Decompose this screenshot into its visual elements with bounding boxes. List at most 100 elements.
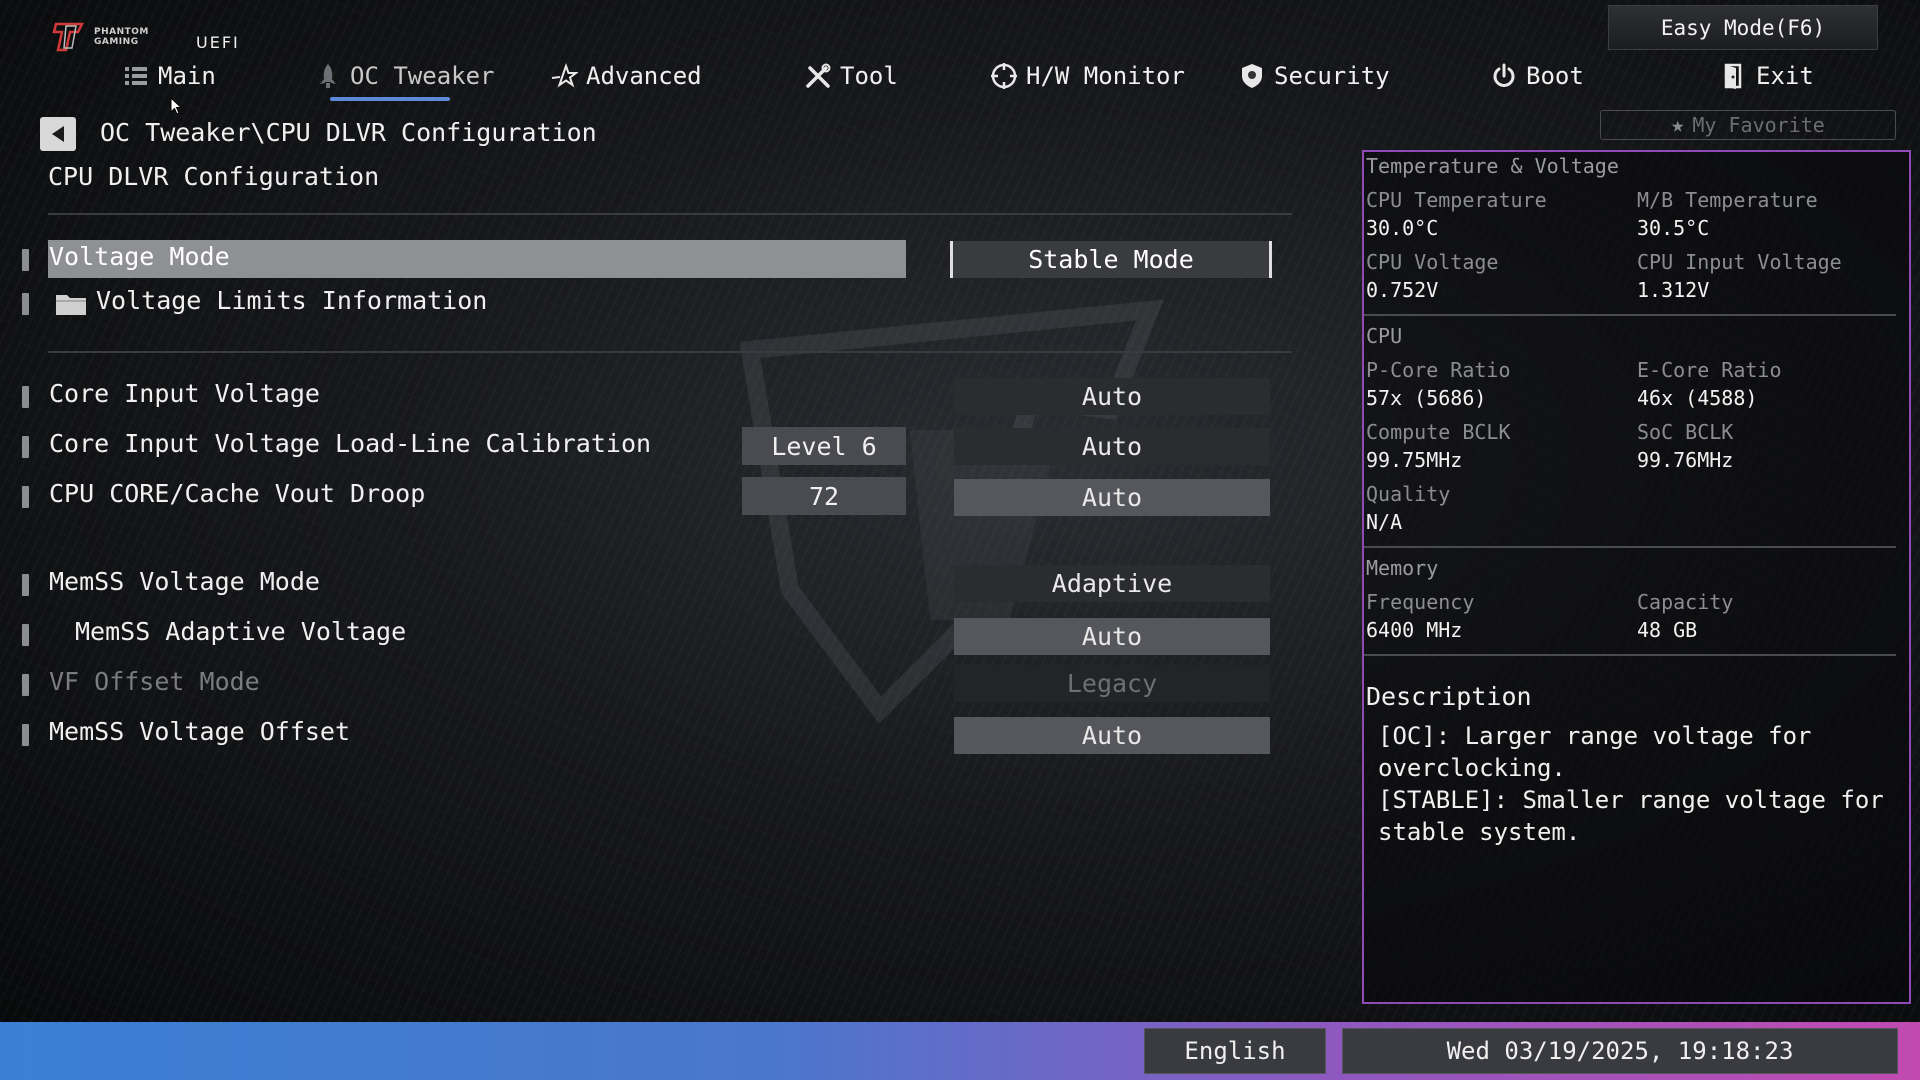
divider-top [48,213,1292,215]
setting-label: MemSS Voltage Offset [49,717,351,746]
memss-voltage-offset-value[interactable]: Auto [954,717,1270,754]
panel-separator [1364,654,1896,656]
quality-value: N/A [1366,510,1403,534]
panel-separator [1364,314,1896,316]
setting-core-input-voltage[interactable]: Core Input Voltage Auto [0,377,1300,417]
setting-core-input-voltage-llc[interactable]: Core Input Voltage Load-Line Calibration… [0,427,1300,467]
mouse-cursor-icon [170,97,182,115]
phantom-gaming-logo-icon [52,22,85,52]
setting-vf-offset-mode: VF Offset Mode Legacy [0,665,1300,705]
back-arrow-icon [52,126,64,142]
cpu-header: CPU [1366,324,1403,348]
datetime-display[interactable]: Wed 03/19/2025, 19:18:23 [1342,1028,1898,1074]
core-input-voltage-llc-value[interactable]: Auto [954,428,1270,465]
setting-label: VF Offset Mode [49,667,260,696]
compute-bclk-label: Compute BCLK [1366,420,1511,444]
quality-label: Quality [1366,482,1451,506]
brand-line1: PHANTOM [94,27,149,37]
setting-memss-voltage-mode[interactable]: MemSS Voltage Mode Adaptive [0,565,1300,605]
brand-name: PHANTOM GAMING [94,27,174,47]
row-marker [22,249,29,271]
language-button[interactable]: English [1144,1028,1326,1074]
setting-label: Voltage Limits Information [96,286,488,315]
tab-advanced-label: Advanced [586,62,702,90]
vf-offset-mode-value: Legacy [954,665,1270,702]
ecore-ratio-value: 46x (4588) [1637,386,1758,410]
crosshair-icon [991,63,1017,89]
active-tab-indicator [330,97,450,101]
back-button[interactable] [40,117,76,151]
tools-icon [806,63,831,88]
current-value-badge: 72 [742,477,906,515]
tab-boot[interactable]: Boot [1490,56,1584,96]
tab-hw-monitor-label: H/W Monitor [1026,62,1185,90]
row-marker [22,436,29,458]
easy-mode-button[interactable]: Easy Mode(F6) [1608,5,1878,50]
tab-tool[interactable]: Tool [804,56,898,96]
soc-bclk-value: 99.76MHz [1637,448,1734,472]
tab-main-label: Main [158,62,216,90]
tab-hw-monitor[interactable]: H/W Monitor [990,56,1185,96]
tab-oc-tweaker-label: OC Tweaker [350,62,495,90]
memory-capacity-value: 48 GB [1637,618,1698,642]
mb-temp-value: 30.5°C [1637,216,1710,240]
divider-middle [48,351,1292,353]
soc-bclk-label: SoC BCLK [1637,420,1734,444]
breadcrumb: OC Tweaker\CPU DLVR Configuration [100,118,597,147]
compute-bclk-value: 99.75MHz [1366,448,1463,472]
memss-voltage-mode-value[interactable]: Adaptive [954,565,1270,602]
memss-adaptive-voltage-value[interactable]: Auto [954,618,1270,655]
current-value-badge: Level 6 [742,427,906,465]
memory-frequency-value: 6400 MHz [1366,618,1463,642]
pcore-ratio-label: P-Core Ratio [1366,358,1511,382]
tab-security-label: Security [1274,62,1390,90]
memory-capacity-label: Capacity [1637,590,1734,614]
tab-advanced[interactable]: Advanced [550,56,702,96]
core-input-voltage-value[interactable]: Auto [954,378,1270,415]
cpu-voltage-label: CPU Voltage [1366,250,1499,274]
tab-exit-label: Exit [1756,62,1814,90]
setting-label: CPU CORE/Cache Vout Droop [49,479,426,508]
row-marker [22,624,29,646]
voltage-mode-value[interactable]: Stable Mode [950,241,1272,278]
star-swoosh-icon [551,62,578,88]
list-icon [125,67,147,85]
tab-exit[interactable]: Exit [1720,56,1814,96]
setting-voltage-mode[interactable]: Voltage Mode Stable Mode [0,240,1300,280]
memory-frequency-label: Frequency [1366,590,1475,614]
rocket-icon [320,64,336,88]
tab-main[interactable]: Main [122,56,216,96]
uefi-label: UEFI [196,32,240,52]
cpu-voltage-value: 0.752V [1366,278,1439,302]
row-marker [22,386,29,408]
my-favorite-label: My Favorite [1692,113,1825,137]
my-favorite-button[interactable]: ★ My Favorite [1600,110,1896,140]
panel-separator [1364,546,1896,548]
tab-security[interactable]: Security [1238,56,1390,96]
row-marker [22,574,29,596]
setting-cpu-core-cache-vout-droop[interactable]: CPU CORE/Cache Vout Droop 72 Auto [0,477,1300,517]
description-body: [OC]: Larger range voltage for overclock… [1378,722,1884,846]
tab-tool-label: Tool [840,62,898,90]
setting-label: Voltage Mode [49,242,230,271]
brand-line2: GAMING [94,37,139,47]
ecore-ratio-label: E-Core Ratio [1637,358,1782,382]
setting-label: Core Input Voltage [49,379,320,408]
row-marker [22,486,29,508]
tab-oc-tweaker[interactable]: OC Tweaker [314,56,495,96]
pcore-ratio-value: 57x (5686) [1366,386,1487,410]
mb-temp-label: M/B Temperature [1637,188,1818,212]
star-icon: ★ [1671,112,1685,138]
description-title: Description [1366,682,1532,711]
page-title: CPU DLVR Configuration [48,162,380,191]
shield-icon [1242,64,1262,88]
row-marker [22,293,29,315]
setting-label: Core Input Voltage Load-Line Calibration [49,429,652,458]
vout-droop-value[interactable]: Auto [954,479,1270,516]
status-bar: English Wed 03/19/2025, 19:18:23 [0,1022,1920,1080]
setting-memss-adaptive-voltage[interactable]: MemSS Adaptive Voltage Auto [0,615,1300,655]
setting-memss-voltage-offset[interactable]: MemSS Voltage Offset Auto [0,715,1300,755]
submenu-voltage-limits-information[interactable]: Voltage Limits Information [0,284,1300,324]
power-icon [1493,63,1515,87]
cpu-temp-value: 30.0°C [1366,216,1439,240]
